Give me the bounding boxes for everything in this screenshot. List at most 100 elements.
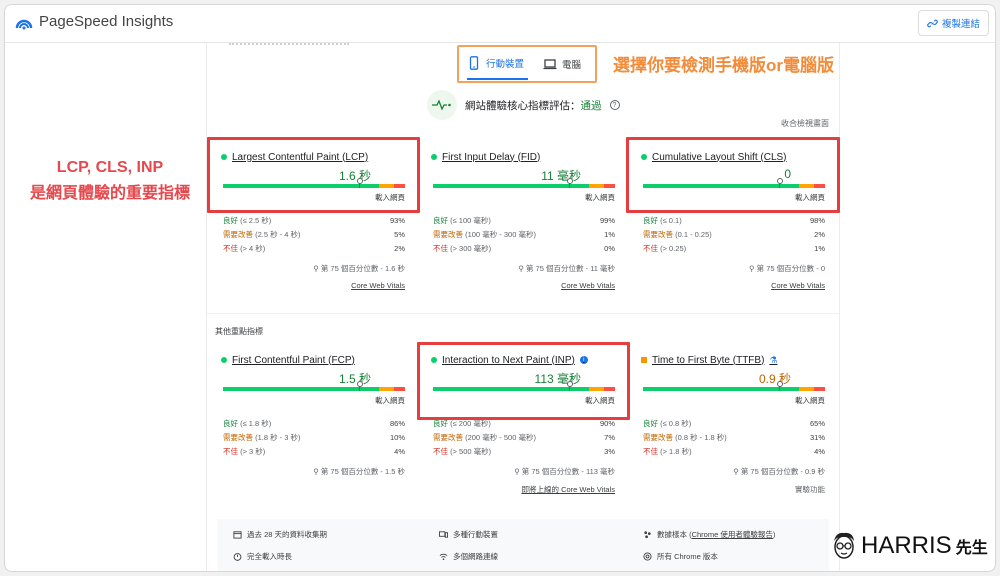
distribution-range: (≤ 0.1) (660, 215, 682, 225)
metric-card: Time to First Byte (TTFB) ⚗ 0.9 秒 載入網頁 良好… (641, 353, 831, 503)
distribution-range: (> 500 毫秒) (450, 446, 492, 456)
p75-marker-icon (356, 381, 363, 391)
status-dot-icon (221, 357, 227, 363)
bar-poor (604, 184, 615, 188)
p75-marker-icon (776, 381, 783, 391)
p75-text: 第 75 個百分位數 - 0 (756, 264, 825, 273)
cwv-title: 網站體驗核心指標評估： (465, 99, 581, 112)
distribution-row: 不佳 (> 1.8 秒) 4% (643, 444, 825, 458)
distribution-list: 良好 (≤ 200 毫秒) 90% 需要改善 (200 毫秒 - 500 毫秒)… (433, 416, 615, 458)
p75-label: ⚲ 第 75 個百分位數 - 1.5 秒 (313, 466, 405, 477)
p75-label: ⚲ 第 75 個百分位數 - 1.6 秒 (313, 263, 405, 274)
distribution-percent: 1% (814, 243, 825, 253)
distribution-category: 不佳 (643, 243, 658, 253)
distribution-percent: 5% (394, 229, 405, 239)
distribution-range: (200 毫秒 - 500 毫秒) (465, 432, 536, 442)
distribution-percent: 7% (604, 432, 615, 442)
status-square-icon (641, 357, 647, 363)
core-web-vitals-link[interactable]: Core Web Vitals (561, 281, 615, 290)
p75-text: 第 75 個百分位數 - 113 毫秒 (521, 467, 615, 476)
distribution-row: 不佳 (> 3 秒) 4% (223, 444, 405, 458)
distribution-bar (643, 387, 825, 391)
distribution-percent: 98% (809, 215, 825, 225)
distribution-range: (≤ 2.5 秒) (240, 215, 272, 225)
distribution-label: 不佳 (> 0.25) (643, 243, 686, 254)
distribution-percent: 31% (809, 432, 825, 442)
footer-network-label: 多個網路連線 (453, 552, 498, 561)
copy-link-button[interactable]: 複製連結 (917, 10, 989, 36)
distribution-row: 良好 (≤ 0.1) 98% (643, 213, 825, 227)
metric-name[interactable]: First Input Delay (FID) (442, 152, 540, 163)
distribution-category: 良好 (223, 418, 238, 428)
footer-duration-label: 完全載入時長 (247, 552, 292, 561)
highlight-inp (417, 342, 630, 420)
distribution-label: 良好 (≤ 0.1) (643, 215, 682, 226)
metric-name-row[interactable]: Time to First Byte (TTFB) ⚗ (641, 353, 831, 367)
distribution-bar (433, 184, 615, 188)
distribution-row: 需要改善 (0.1 - 0.25) 2% (643, 227, 825, 241)
metric-name-row[interactable]: First Contentful Paint (FCP) (221, 353, 411, 367)
distribution-range: (≤ 100 毫秒) (450, 215, 491, 225)
annotation-line-2: 是網頁體驗的重要指標 (29, 185, 190, 202)
p75-label: ⚲ 第 75 個百分位數 - 0.9 秒 (733, 466, 825, 477)
cwv-assessment: 網站體驗核心指標評估： 通過 ? (427, 90, 620, 120)
link-icon (927, 19, 938, 27)
status-dot-icon (431, 154, 437, 160)
metric-name[interactable]: First Contentful Paint (FCP) (232, 355, 355, 366)
help-icon[interactable]: ? (609, 100, 620, 110)
dots-icon (644, 531, 651, 539)
location-pin-icon: ⚲ (749, 264, 755, 273)
distribution-range: (> 3 秒) (240, 446, 266, 456)
distribution-list: 良好 (≤ 0.1) 98% 需要改善 (0.1 - 0.25) 2% 不佳 (… (643, 213, 825, 255)
distribution-label: 需要改善 (2.5 秒 - 4 秒) (223, 229, 301, 240)
p75-text: 第 75 個百分位數 - 1.6 秒 (320, 264, 405, 273)
metric-name-row[interactable]: First Input Delay (FID) (431, 150, 621, 164)
pulse-icon (427, 90, 457, 120)
metric-name[interactable]: Time to First Byte (TTFB) (652, 355, 764, 366)
highlight-lcp (207, 137, 420, 213)
load-label: 載入網頁 (375, 396, 405, 405)
distribution-category: 良好 (643, 215, 658, 225)
metric-card: First Contentful Paint (FCP) 1.5 秒 載入網頁 … (221, 353, 411, 503)
avatar-face-icon (834, 532, 854, 559)
tab-mobile[interactable]: 行動裝置 (467, 47, 529, 80)
collapse-view-link[interactable]: 收合檢視畫面 (781, 118, 829, 129)
tab-desktop[interactable]: 電腦 (543, 47, 581, 80)
top-bar: PageSpeed Insights 複製連結 (5, 5, 995, 43)
app-title: PageSpeed Insights (39, 13, 174, 30)
distribution-category: 不佳 (433, 446, 448, 456)
core-web-vitals-link[interactable]: 即將上線的 Core Web Vitals (522, 484, 616, 495)
distribution-row: 需要改善 (100 毫秒 - 300 毫秒) 1% (433, 227, 615, 241)
distribution-category: 需要改善 (223, 229, 253, 239)
tab-mobile-label: 行動裝置 (486, 58, 525, 70)
distribution-row: 不佳 (> 300 毫秒) 0% (433, 241, 615, 255)
distribution-label: 需要改善 (0.8 秒 - 1.8 秒) (643, 432, 727, 443)
core-web-vitals-link[interactable]: Core Web Vitals (771, 281, 825, 290)
location-pin-icon: ⚲ (518, 264, 524, 273)
distribution-category: 不佳 (223, 446, 238, 456)
distribution-category: 良好 (223, 215, 238, 225)
footer-sample-prefix: 數據樣本 ( (657, 530, 692, 539)
ghost-divider (229, 43, 349, 46)
p75-label: ⚲ 第 75 個百分位數 - 11 毫秒 (518, 263, 615, 274)
load-label: 載入網頁 (795, 396, 825, 405)
distribution-category: 不佳 (223, 243, 238, 253)
p75-text: 第 75 個百分位數 - 0.9 秒 (740, 467, 825, 476)
p75-text: 第 75 個百分位數 - 11 毫秒 (525, 264, 615, 273)
bar-average (799, 387, 814, 391)
bar-average (379, 387, 394, 391)
distribution-label: 需要改善 (1.8 秒 - 3 秒) (223, 432, 301, 443)
p75-text: 第 75 個百分位數 - 1.5 秒 (320, 467, 405, 476)
harris-logo: HARRIS 先生 (831, 528, 988, 564)
device-tabs: 行動裝置 電腦 (457, 45, 597, 83)
distribution-percent: 2% (814, 229, 825, 239)
distribution-row: 不佳 (> 4 秒) 2% (223, 241, 405, 255)
core-web-vitals-link[interactable]: Core Web Vitals (351, 281, 405, 290)
distribution-range: (2.5 秒 - 4 秒) (255, 229, 301, 239)
crux-report-link[interactable]: Chrome 使用者體驗報告 (692, 530, 773, 539)
distribution-category: 不佳 (433, 243, 448, 253)
distribution-list: 良好 (≤ 2.5 秒) 93% 需要改善 (2.5 秒 - 4 秒) 5% 不… (223, 213, 405, 255)
distribution-range: (> 0.25) (660, 243, 687, 253)
footer-duration: 完全載入時長 (233, 551, 292, 562)
distribution-range: (≤ 1.8 秒) (240, 418, 272, 428)
